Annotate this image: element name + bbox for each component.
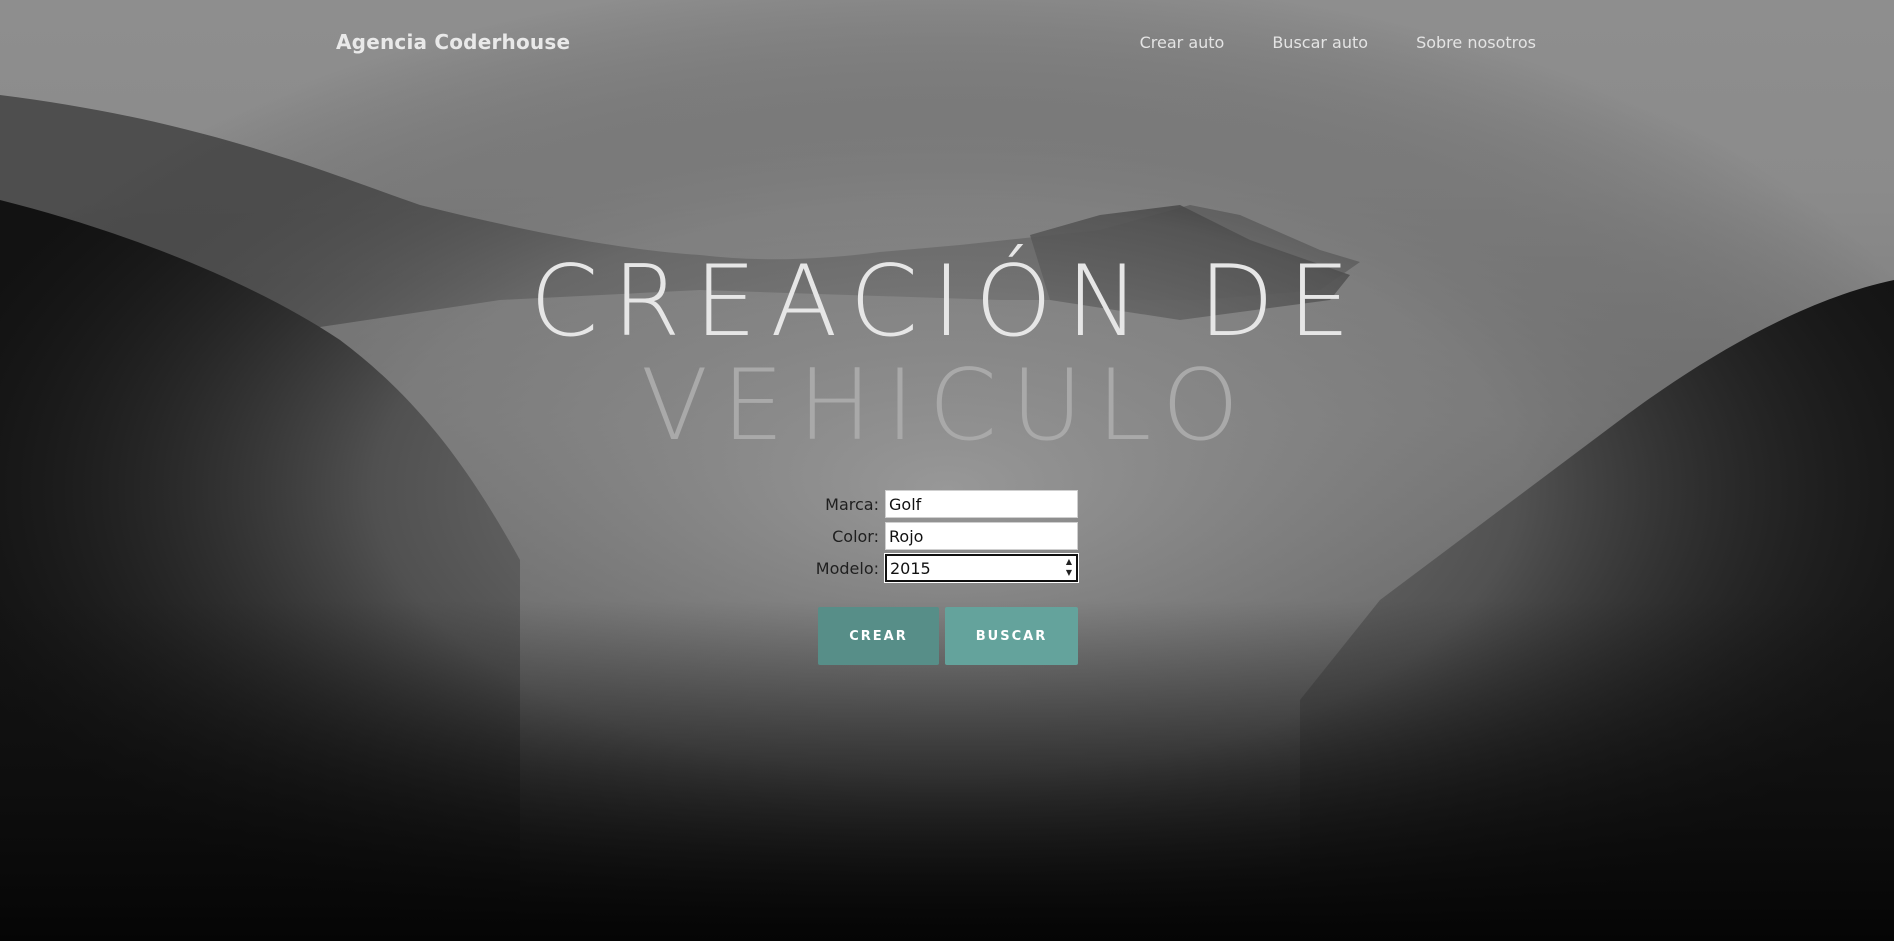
- modelo-stepper-wrap: ▲▼: [884, 553, 1079, 583]
- modelo-label: Modelo:: [815, 558, 879, 578]
- marca-input[interactable]: [885, 490, 1078, 518]
- marca-label: Marca:: [825, 494, 879, 514]
- vehicle-form: Marca: Color: Modelo: ▲▼: [815, 488, 1080, 584]
- navbar: Agencia Coderhouse Crear auto Buscar aut…: [0, 0, 1894, 86]
- nav-links: Crear auto Buscar auto Sobre nosotros: [1140, 33, 1536, 52]
- color-input[interactable]: [885, 522, 1078, 550]
- crear-button[interactable]: Crear: [818, 607, 939, 665]
- buscar-button[interactable]: Buscar: [945, 607, 1078, 665]
- nav-link-buscar-auto[interactable]: Buscar auto: [1272, 33, 1368, 52]
- hero-title: Creación de Vehiculo: [0, 250, 1894, 458]
- nav-link-crear-auto[interactable]: Crear auto: [1140, 33, 1225, 52]
- nav-link-sobre-nosotros[interactable]: Sobre nosotros: [1416, 33, 1536, 52]
- form-row-color: Color:: [815, 520, 1080, 552]
- mountain-fog-background: [0, 0, 1894, 941]
- color-label: Color:: [832, 526, 879, 546]
- modelo-input[interactable]: [884, 553, 1079, 583]
- form-row-marca: Marca:: [815, 488, 1080, 520]
- form-row-modelo: Modelo: ▲▼: [815, 552, 1080, 584]
- form-buttons: Crear Buscar: [818, 607, 1078, 665]
- hero-title-line1: Creación de: [529, 245, 1365, 359]
- number-stepper-icon[interactable]: ▲ ▼: [1063, 556, 1075, 580]
- hero-title-line2: Vehiculo: [641, 349, 1253, 463]
- brand-link[interactable]: Agencia Coderhouse: [336, 30, 570, 54]
- hero-background: Agencia Coderhouse Crear auto Buscar aut…: [0, 0, 1894, 941]
